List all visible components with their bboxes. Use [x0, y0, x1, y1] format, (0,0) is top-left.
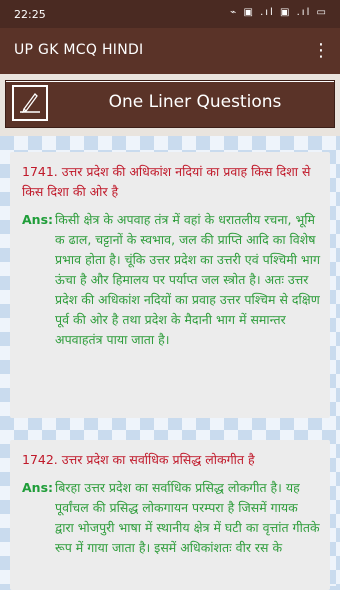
question-text: 1741. उत्तर प्रदेश की अधिकांश नदियां का … — [22, 164, 311, 199]
answer-label: Ans: — [22, 480, 54, 495]
question-card[interactable]: 1741. उत्तर प्रदेश की अधिकांश नदियां का … — [10, 152, 330, 418]
answer-row: Ans: किसी क्षेत्र के अपवाह तंत्र में वहा… — [22, 210, 320, 350]
answer-text: किसी क्षेत्र के अपवाह तंत्र में वहां के … — [55, 212, 320, 347]
answer-label: Ans: — [22, 212, 54, 227]
banner-area: One Liner Questions — [0, 74, 340, 136]
pencil-note-icon — [12, 85, 48, 121]
question-card[interactable]: 1742. उत्तर प्रदेश का सर्वाधिक प्रसिद्ध … — [10, 440, 330, 590]
answer-row: Ans: बिरहा उत्तर प्रदेश का सर्वाधिक प्रस… — [22, 478, 320, 558]
section-banner: One Liner Questions — [5, 80, 335, 128]
more-vert-icon[interactable]: ⋮ — [310, 38, 332, 64]
banner-title: One Liner Questions — [108, 92, 282, 112]
answer-text: बिरहा उत्तर प्रदेश का सर्वाधिक प्रसिद्ध … — [55, 480, 320, 555]
app-title: UP GK MCQ HINDI — [14, 42, 144, 58]
status-time: 22:25 — [14, 8, 46, 21]
app-bar: UP GK MCQ HINDI ⋮ — [0, 28, 340, 74]
status-icons: ⌁ ▣ .ıl ▣ .ıl ▭ — [230, 7, 328, 18]
question-text: 1742. उत्तर प्रदेश का सर्वाधिक प्रसिद्ध … — [22, 452, 255, 467]
status-bar: 22:25 ⌁ ▣ .ıl ▣ .ıl ▭ — [0, 0, 340, 28]
